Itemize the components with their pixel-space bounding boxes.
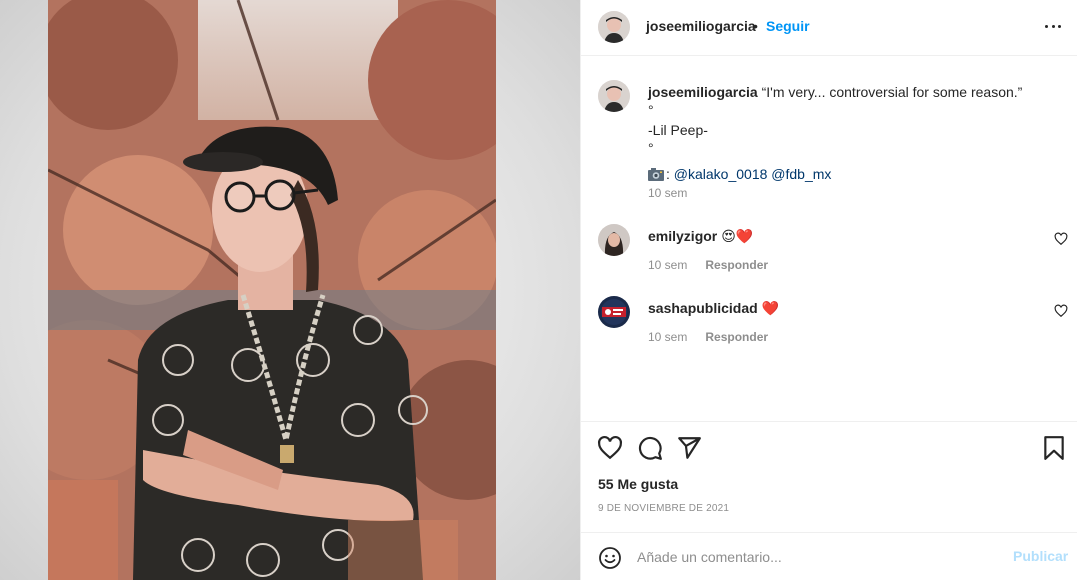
reply-button[interactable]: Responder xyxy=(705,258,768,272)
caption-quote: “I'm very... controversial for some reas… xyxy=(761,84,1023,100)
photo-illustration xyxy=(48,0,496,580)
author-username[interactable]: joseemiliogarcia xyxy=(646,18,756,34)
comment-timestamp[interactable]: 10 sem xyxy=(648,258,687,272)
comment-icon[interactable] xyxy=(637,435,663,461)
caption-degree-2: ° xyxy=(648,140,654,156)
publish-button[interactable]: Publicar xyxy=(1013,548,1068,564)
mention-link[interactable]: @fdb_mx xyxy=(771,166,831,182)
post-media-pane xyxy=(0,0,580,580)
caption-username[interactable]: joseemiliogarcia xyxy=(648,84,758,100)
commenter-name[interactable]: emilyzigor xyxy=(648,228,717,244)
post-caption: joseemiliogarcia “I'm very... controvers… xyxy=(581,72,1077,212)
follow-button[interactable]: Seguir xyxy=(766,18,810,34)
caption-degree-1: ° xyxy=(648,102,654,118)
caption-author-avatar[interactable] xyxy=(598,80,630,112)
share-icon[interactable] xyxy=(676,435,702,461)
bookmark-icon[interactable] xyxy=(1041,435,1067,461)
comment-item: sashapublicidad ❤️ 10 sem Responder xyxy=(581,296,1077,360)
caption-attribution: -Lil Peep- xyxy=(648,122,708,138)
more-options-icon[interactable] xyxy=(1043,16,1063,36)
commenter-name[interactable]: sashapublicidad xyxy=(648,300,758,316)
add-comment-bar: Publicar xyxy=(581,532,1077,580)
reply-button[interactable]: Responder xyxy=(705,330,768,344)
post-header: joseemiliogarcia • Seguir xyxy=(581,0,1077,56)
comment-item: emilyzigor 😍❤️ 10 sem Responder xyxy=(581,224,1077,288)
post-photo[interactable] xyxy=(48,0,496,580)
smiley-icon[interactable] xyxy=(598,546,622,570)
comment-like-heart-icon[interactable] xyxy=(1054,232,1068,246)
camera-emoji-icon xyxy=(648,168,664,181)
comment-username: emilyzigor 😍❤️ xyxy=(648,228,753,245)
comment-username: sashapublicidad ❤️ xyxy=(648,300,779,317)
post-actions-section: 55 Me gusta 9 DE NOVIEMBRE DE 2021 Publi… xyxy=(581,421,1077,580)
caption-timestamp[interactable]: 10 sem xyxy=(648,186,687,200)
credit-separator: : xyxy=(666,166,670,182)
post-date[interactable]: 9 DE NOVIEMBRE DE 2021 xyxy=(598,503,729,514)
comment-timestamp[interactable]: 10 sem xyxy=(648,330,687,344)
comment-input[interactable] xyxy=(637,545,997,569)
author-avatar[interactable] xyxy=(598,11,630,43)
mention-link[interactable]: @kalako_0018 xyxy=(674,166,768,182)
comment-like-heart-icon[interactable] xyxy=(1054,304,1068,318)
commenter-avatar[interactable] xyxy=(598,224,630,256)
comment-meta: 10 sem Responder xyxy=(648,330,768,344)
likes-count[interactable]: 55 Me gusta xyxy=(598,476,678,492)
comment-text: 😍❤️ xyxy=(721,228,754,244)
post-details-panel: joseemiliogarcia • Seguir joseemiliogarc… xyxy=(580,0,1077,580)
commenter-avatar[interactable] xyxy=(598,296,630,328)
header-separator: • xyxy=(753,18,758,34)
comment-text: ❤️ xyxy=(761,300,780,316)
caption-text: joseemiliogarcia “I'm very... controvers… xyxy=(648,83,1048,183)
heart-icon[interactable] xyxy=(597,435,623,461)
comment-meta: 10 sem Responder xyxy=(648,258,768,272)
